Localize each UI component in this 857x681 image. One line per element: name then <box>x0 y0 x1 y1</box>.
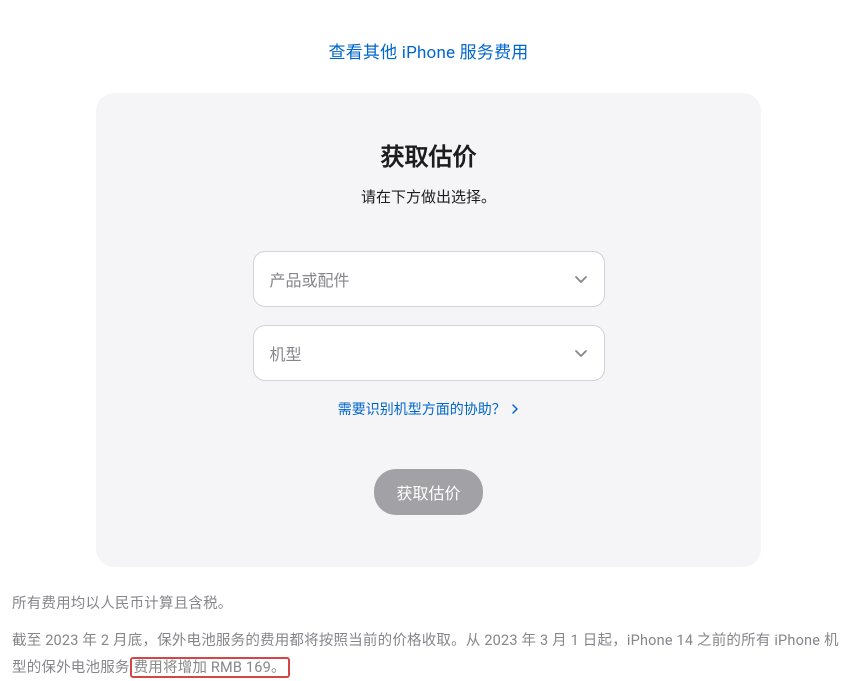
identify-model-help-link[interactable]: 需要识别机型方面的协助？ <box>338 402 519 418</box>
model-select-placeholder: 机型 <box>270 341 302 365</box>
model-select-wrap: 机型 <box>253 325 605 381</box>
other-iphone-services-link[interactable]: 查看其他 iPhone 服务费用 <box>329 43 529 63</box>
footer-price-note: 截至 2023 年 2 月底，保外电池服务的费用都将按照当前的价格收取。从 20… <box>12 628 845 681</box>
card-subtitle: 请在下方做出选择。 <box>116 186 741 207</box>
estimate-card: 获取估价 请在下方做出选择。 产品或配件 机型 需要识别机型方面的协助？ <box>96 93 761 567</box>
top-link-container: 查看其他 iPhone 服务费用 <box>0 0 857 93</box>
product-select-placeholder: 产品或配件 <box>270 267 350 291</box>
chevron-down-icon <box>574 272 588 286</box>
price-increase-highlight: 费用将增加 RMB 169。 <box>130 657 290 678</box>
footer: 所有费用均以人民币计算且含税。 截至 2023 年 2 月底，保外电池服务的费用… <box>0 567 857 681</box>
help-link-text: 需要识别机型方面的协助？ <box>338 402 506 418</box>
card-title: 获取估价 <box>116 137 741 172</box>
help-link-row: 需要识别机型方面的协助？ <box>116 399 741 419</box>
footer-tax-note: 所有费用均以人民币计算且含税。 <box>12 591 845 618</box>
model-select[interactable]: 机型 <box>253 325 605 381</box>
submit-row: 获取估价 <box>116 469 741 515</box>
chevron-down-icon <box>574 346 588 360</box>
chevron-right-icon <box>511 402 519 418</box>
product-select-wrap: 产品或配件 <box>253 251 605 307</box>
product-select[interactable]: 产品或配件 <box>253 251 605 307</box>
get-estimate-button[interactable]: 获取估价 <box>374 469 482 515</box>
